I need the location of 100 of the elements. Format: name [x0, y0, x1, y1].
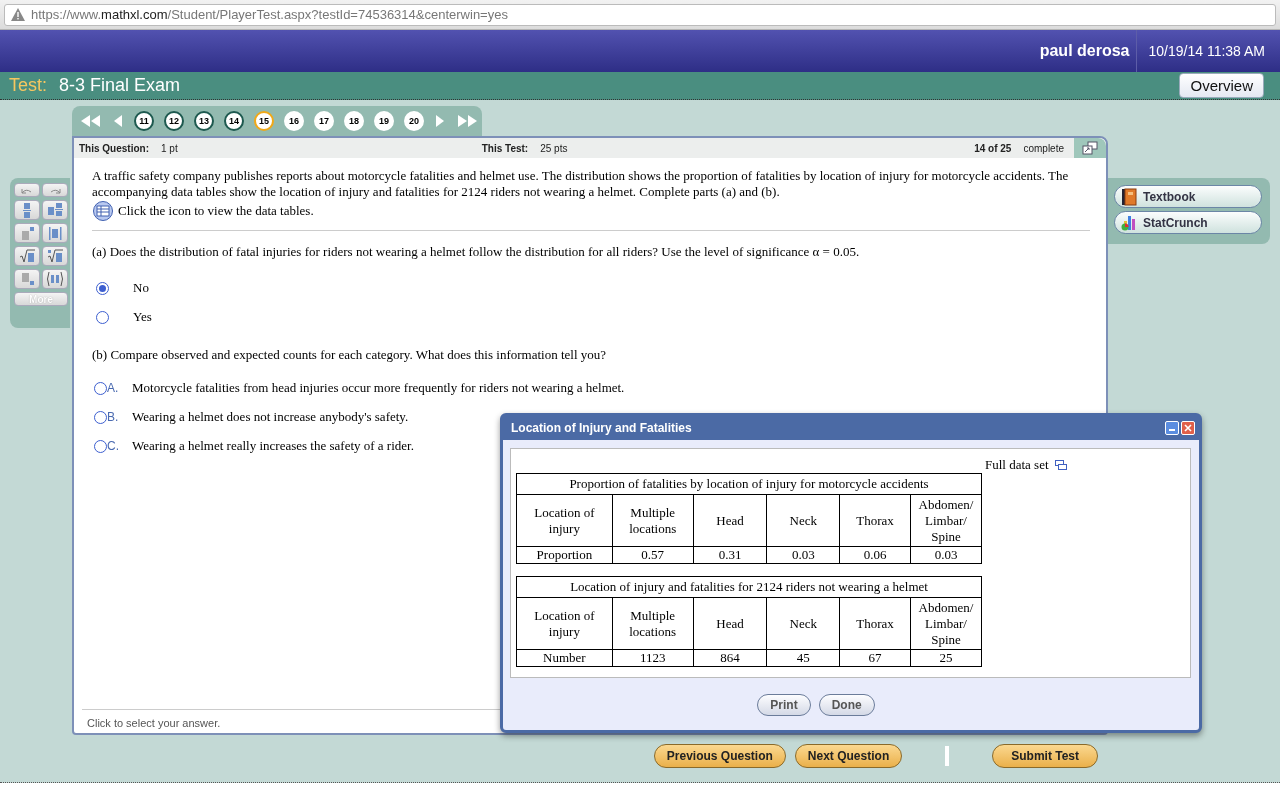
done-button[interactable]: Done	[818, 694, 875, 716]
data-tables-link[interactable]: Click the icon to view the data tables.	[118, 203, 314, 219]
table-header: Head	[693, 597, 767, 650]
dialog-title: Location of Injury and Fatalities	[511, 421, 693, 435]
popout-icon[interactable]	[1054, 460, 1067, 470]
test-title: 8-3 Final Exam	[59, 75, 182, 96]
warning-icon	[11, 8, 25, 21]
radio-button[interactable]	[96, 310, 109, 324]
full-data-set-link[interactable]: Full data set	[985, 457, 1049, 473]
table-header: Abdomen/ Limbar/ Spine	[910, 597, 982, 650]
question-number[interactable]: 12	[164, 111, 184, 131]
option-label[interactable]: No	[133, 280, 149, 296]
absolute-value-icon	[46, 224, 64, 242]
question-points: 1 pt	[161, 142, 178, 154]
table-cell: 25	[910, 649, 982, 667]
table-cell: 1123	[612, 649, 694, 667]
question-number[interactable]: 11	[134, 111, 154, 131]
tool-button[interactable]: Textbook	[1114, 185, 1262, 208]
table-cell: 45	[766, 649, 840, 667]
submit-test-button[interactable]: Submit Test	[992, 744, 1098, 768]
close-icon	[1184, 424, 1192, 432]
question-number[interactable]: 14	[224, 111, 244, 131]
table-header: Multiple locations	[612, 597, 694, 650]
square-root-icon	[18, 247, 36, 265]
previous-icon[interactable]	[112, 114, 124, 128]
question-text: A traffic safety company publishes reports about motorcycle fatalities and helmet use. The distribution shows the proportion of fatalities by location of injury for motorcycle accidents. The accompanying data tables show the location of injury and fatalities for 2124 riders not wearing a helmet. Complete parts (a) and (b).	[92, 168, 1070, 200]
test-label: This Test:	[481, 142, 529, 154]
overview-button[interactable]: Overview	[1179, 73, 1264, 98]
table-cell: Proportion	[516, 546, 613, 564]
palette-button[interactable]	[14, 183, 40, 197]
option-letter: B.	[107, 410, 120, 424]
palette-button[interactable]	[42, 183, 68, 197]
question-number[interactable]: 16	[284, 111, 304, 131]
table-cell: Number	[516, 649, 613, 667]
table-header: Neck	[766, 597, 840, 650]
palette-button[interactable]	[42, 246, 68, 266]
option-text[interactable]: Wearing a helmet really increases the safety of a rider.	[132, 438, 414, 454]
option-letter: C.	[107, 439, 120, 453]
question-number[interactable]: 15	[254, 111, 274, 131]
question-number[interactable]: 13	[194, 111, 214, 131]
table-caption: Proportion of fatalities by location of injury for motorcycle accidents	[516, 473, 982, 495]
ordered-pair-icon	[46, 270, 64, 288]
close-button[interactable]	[1181, 421, 1195, 435]
radio-button[interactable]	[94, 410, 107, 424]
part-b-question: (b) Compare observed and expected counts for each category. What does this information tell you?	[92, 347, 608, 363]
table-header: Location of injury	[516, 597, 613, 650]
radio-button[interactable]	[96, 281, 109, 295]
progress-label: complete	[1023, 142, 1064, 154]
address-field[interactable]: https://www.mathxl.com/Student/PlayerTest.aspx?testId=74536314&centerwin=yes	[4, 3, 1276, 26]
table-header: Head	[693, 494, 767, 547]
palette-button[interactable]	[14, 246, 40, 266]
book-icon	[1121, 187, 1137, 206]
table-header: Thorax	[839, 597, 911, 650]
first-question-icon[interactable]	[80, 114, 102, 128]
palette-button[interactable]	[42, 269, 68, 289]
table-cell: 0.57	[612, 546, 694, 564]
option-text[interactable]: Motorcycle fatalities from head injuries occur more frequently for riders not wearing a helmet.	[132, 380, 625, 396]
question-number[interactable]: 20	[404, 111, 424, 131]
question-number[interactable]: 17	[314, 111, 334, 131]
last-question-icon[interactable]	[456, 114, 478, 128]
question-number[interactable]: 18	[344, 111, 364, 131]
palette-button[interactable]	[14, 223, 40, 243]
question-label: This Question:	[79, 142, 149, 154]
previous-question-button[interactable]: Previous Question	[653, 744, 786, 768]
palette-button[interactable]	[42, 223, 68, 243]
table-cell: 0.06	[839, 546, 911, 564]
table-header: Neck	[766, 494, 840, 547]
next-icon[interactable]	[434, 114, 446, 128]
palette-button[interactable]	[14, 269, 40, 289]
option-label[interactable]: Yes	[133, 309, 152, 325]
date-time: 10/19/14 11:38 AM	[1147, 43, 1266, 59]
expand-icon	[1082, 141, 1098, 155]
nth-root-icon	[46, 247, 64, 265]
test-label: Test:	[9, 75, 47, 96]
url-text: https://www.mathxl.com/Student/PlayerTest.aspx?testId=74536314&centerwin=yes	[31, 7, 508, 22]
question-number[interactable]: 19	[374, 111, 394, 131]
table-cell: 0.03	[910, 546, 982, 564]
table-header: Multiple locations	[612, 494, 694, 547]
table-cell: 67	[839, 649, 911, 667]
expand-button[interactable]	[1074, 138, 1106, 158]
table-caption: Location of injury and fatalities for 2124 riders not wearing a helmet	[516, 576, 982, 598]
table-cell: 864	[693, 649, 767, 667]
mixed-number-icon	[46, 201, 64, 219]
option-text[interactable]: Wearing a helmet does not increase anybody's safety.	[132, 409, 409, 425]
palette-button[interactable]	[14, 200, 40, 220]
next-question-button[interactable]: Next Question	[794, 744, 903, 768]
radio-button[interactable]	[94, 439, 107, 453]
radio-button[interactable]	[94, 381, 107, 395]
option-letter: A.	[107, 381, 120, 395]
table-header: Thorax	[839, 494, 911, 547]
minimize-button[interactable]	[1165, 421, 1179, 435]
table-header: Location of injury	[516, 494, 613, 547]
bar-chart-icon	[1121, 213, 1137, 232]
palette-button[interactable]	[42, 200, 68, 220]
test-points: 25 pts	[540, 142, 568, 154]
part-a-question: (a) Does the distribution of fatal injuries for riders not wearing a helmet follow the distribution for all riders? Use the level of significance α = 0.05.	[92, 244, 861, 260]
table-header: Abdomen/ Limbar/ Spine	[910, 494, 982, 547]
tool-button[interactable]: StatCrunch	[1114, 211, 1262, 234]
data-table-icon[interactable]	[92, 201, 114, 221]
print-button[interactable]: Print	[757, 694, 811, 716]
